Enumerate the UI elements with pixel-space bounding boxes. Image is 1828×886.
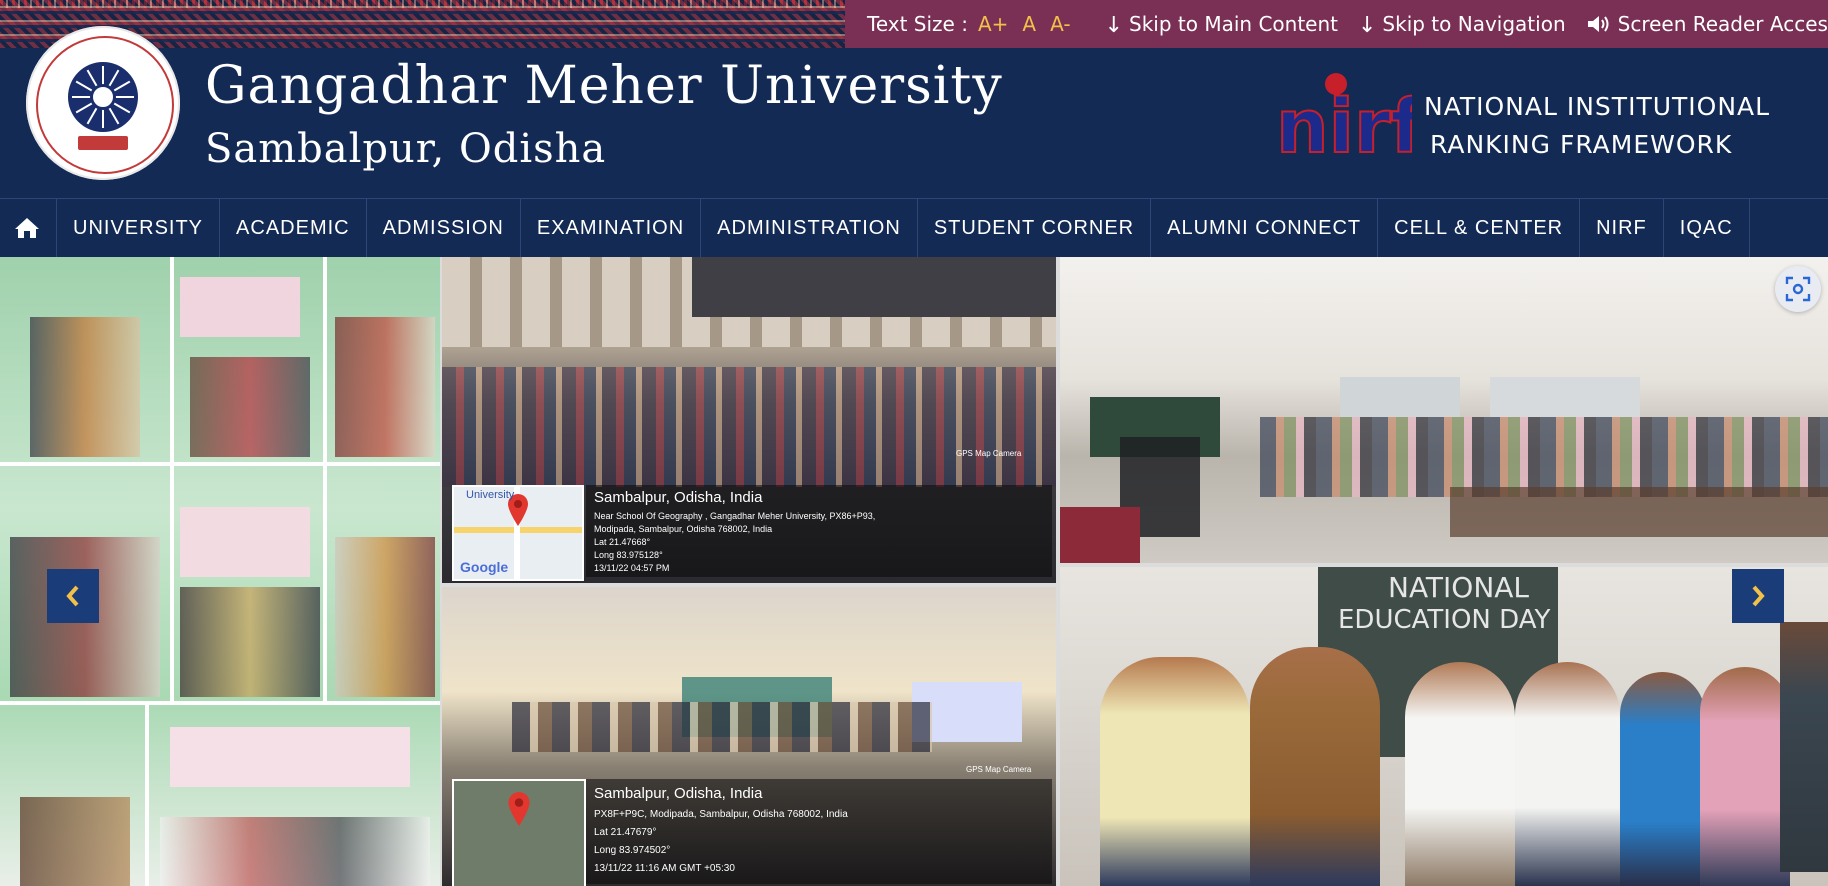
screen-reader-access-link[interactable]: Screen Reader Access xyxy=(1586,12,1828,36)
nav-iqac[interactable]: IQAC xyxy=(1664,199,1750,257)
photo-classroom-seminar xyxy=(1060,257,1828,563)
screen-reader-label: Screen Reader Access xyxy=(1617,12,1828,36)
board-text-line2: EDUCATION DAY xyxy=(1338,605,1551,635)
geo-time: 13/11/22 04:57 PM xyxy=(594,563,670,573)
map-pin-icon xyxy=(508,792,530,826)
nirf-title-line2: RANKING FRAMEWORK xyxy=(1430,130,1733,159)
skip-to-navigation-link[interactable]: ↓ Skip to Navigation xyxy=(1357,12,1566,38)
nav-home[interactable] xyxy=(0,199,57,257)
university-name: Gangadhar Meher University xyxy=(205,56,1003,116)
google-brand: Google xyxy=(460,559,509,575)
geo-map-thumbnail xyxy=(452,779,586,886)
university-location: Sambalpur, Odisha xyxy=(205,126,607,172)
geo-city: Sambalpur, Odisha, India xyxy=(594,785,763,802)
geo-lat: Lat 21.47679° xyxy=(594,827,657,838)
university-seal-logo[interactable] xyxy=(26,26,180,180)
nav-nirf[interactable]: NIRF xyxy=(1580,199,1664,257)
carousel-next-button[interactable] xyxy=(1732,569,1784,623)
nav-cell-center[interactable]: CELL & CENTER xyxy=(1378,199,1581,257)
arrow-down-icon: ↓ xyxy=(1104,12,1124,38)
nav-alumni-connect[interactable]: ALUMNI CONNECT xyxy=(1151,199,1379,257)
geo-camera-label: GPS Map Camera xyxy=(966,765,1032,774)
skip-to-main-link[interactable]: ↓ Skip to Main Content xyxy=(1104,12,1338,38)
speaker-icon xyxy=(1587,16,1609,32)
geo-map-thumbnail: University Google xyxy=(452,485,584,581)
nav-academic[interactable]: ACADEMIC xyxy=(220,199,367,257)
geo-city: Sambalpur, Odisha, India xyxy=(594,489,763,506)
accessibility-bar: Text Size : A+ A A- ↓ Skip to Main Conte… xyxy=(845,0,1828,48)
nirf-logo[interactable]: nirf xyxy=(1274,70,1412,170)
seal-base xyxy=(78,136,128,150)
chevron-left-icon xyxy=(66,585,79,607)
nav-examination[interactable]: EXAMINATION xyxy=(521,199,702,257)
photo-classroom-group: Sambalpur, Odisha, India PX8F+P9C, Modip… xyxy=(442,587,1056,886)
nirf-title[interactable]: NATIONAL INSTITUTIONAL RANKING FRAMEWORK xyxy=(1424,88,1770,164)
image-carousel: University Google Sambalpur, Odisha, Ind… xyxy=(0,257,1828,886)
photo-national-education-day: NATIONAL EDUCATION DAY xyxy=(1060,567,1828,886)
geo-long: Long 83.974502° xyxy=(594,845,671,856)
geo-time: 13/11/22 11:16 AM GMT +05:30 xyxy=(594,863,735,874)
carousel-prev-button[interactable] xyxy=(47,569,99,623)
top-utility-bar: Text Size : A+ A A- ↓ Skip to Main Conte… xyxy=(0,0,1828,48)
text-size-increase-button[interactable]: A+ xyxy=(978,12,1008,36)
nav-administration[interactable]: ADMINISTRATION xyxy=(701,199,918,257)
photo-crowd-gathering: University Google Sambalpur, Odisha, Ind… xyxy=(442,257,1056,583)
nav-university[interactable]: UNIVERSITY xyxy=(57,199,221,257)
home-icon xyxy=(15,218,39,238)
geo-address-line1: PX8F+P9C, Modipada, Sambalpur, Odisha 76… xyxy=(594,809,848,820)
chevron-right-icon xyxy=(1752,585,1765,607)
nirf-title-line1: NATIONAL INSTITUTIONAL xyxy=(1424,92,1771,121)
geo-long: Long 83.975128° xyxy=(594,550,663,560)
main-navigation: UNIVERSITY ACADEMIC ADMISSION EXAMINATIO… xyxy=(0,198,1828,257)
text-size-label: Text Size : xyxy=(867,12,968,36)
geo-tag-overlay: Sambalpur, Odisha, India Near School Of … xyxy=(586,449,1052,577)
seal-wheel-emblem xyxy=(68,62,138,132)
geo-camera-label: GPS Map Camera xyxy=(956,449,1022,458)
svg-text:nirf: nirf xyxy=(1276,84,1412,170)
skip-to-main-label: Skip to Main Content xyxy=(1129,12,1338,36)
arrow-down-icon: ↓ xyxy=(1357,12,1377,38)
nav-student-corner[interactable]: STUDENT CORNER xyxy=(918,199,1152,257)
text-size-decrease-button[interactable]: A- xyxy=(1050,12,1070,36)
skip-to-navigation-label: Skip to Navigation xyxy=(1382,12,1566,36)
image-scan-button[interactable] xyxy=(1775,266,1821,312)
image-scan-icon xyxy=(1785,276,1811,302)
geo-address-line1: Near School Of Geography , Gangadhar Meh… xyxy=(594,511,876,521)
text-size-normal-button[interactable]: A xyxy=(1022,12,1036,36)
nav-admission[interactable]: ADMISSION xyxy=(367,199,521,257)
map-label: University xyxy=(466,489,515,501)
geo-address-line2: Modipada, Sambalpur, Odisha 768002, Indi… xyxy=(594,524,773,534)
geo-lat: Lat 21.47668° xyxy=(594,537,651,547)
board-text-line1: NATIONAL xyxy=(1388,571,1530,604)
site-header: Gangadhar Meher University Sambalpur, Od… xyxy=(0,26,1828,198)
geo-tag-overlay: Sambalpur, Odisha, India PX8F+P9C, Modip… xyxy=(586,765,1052,884)
